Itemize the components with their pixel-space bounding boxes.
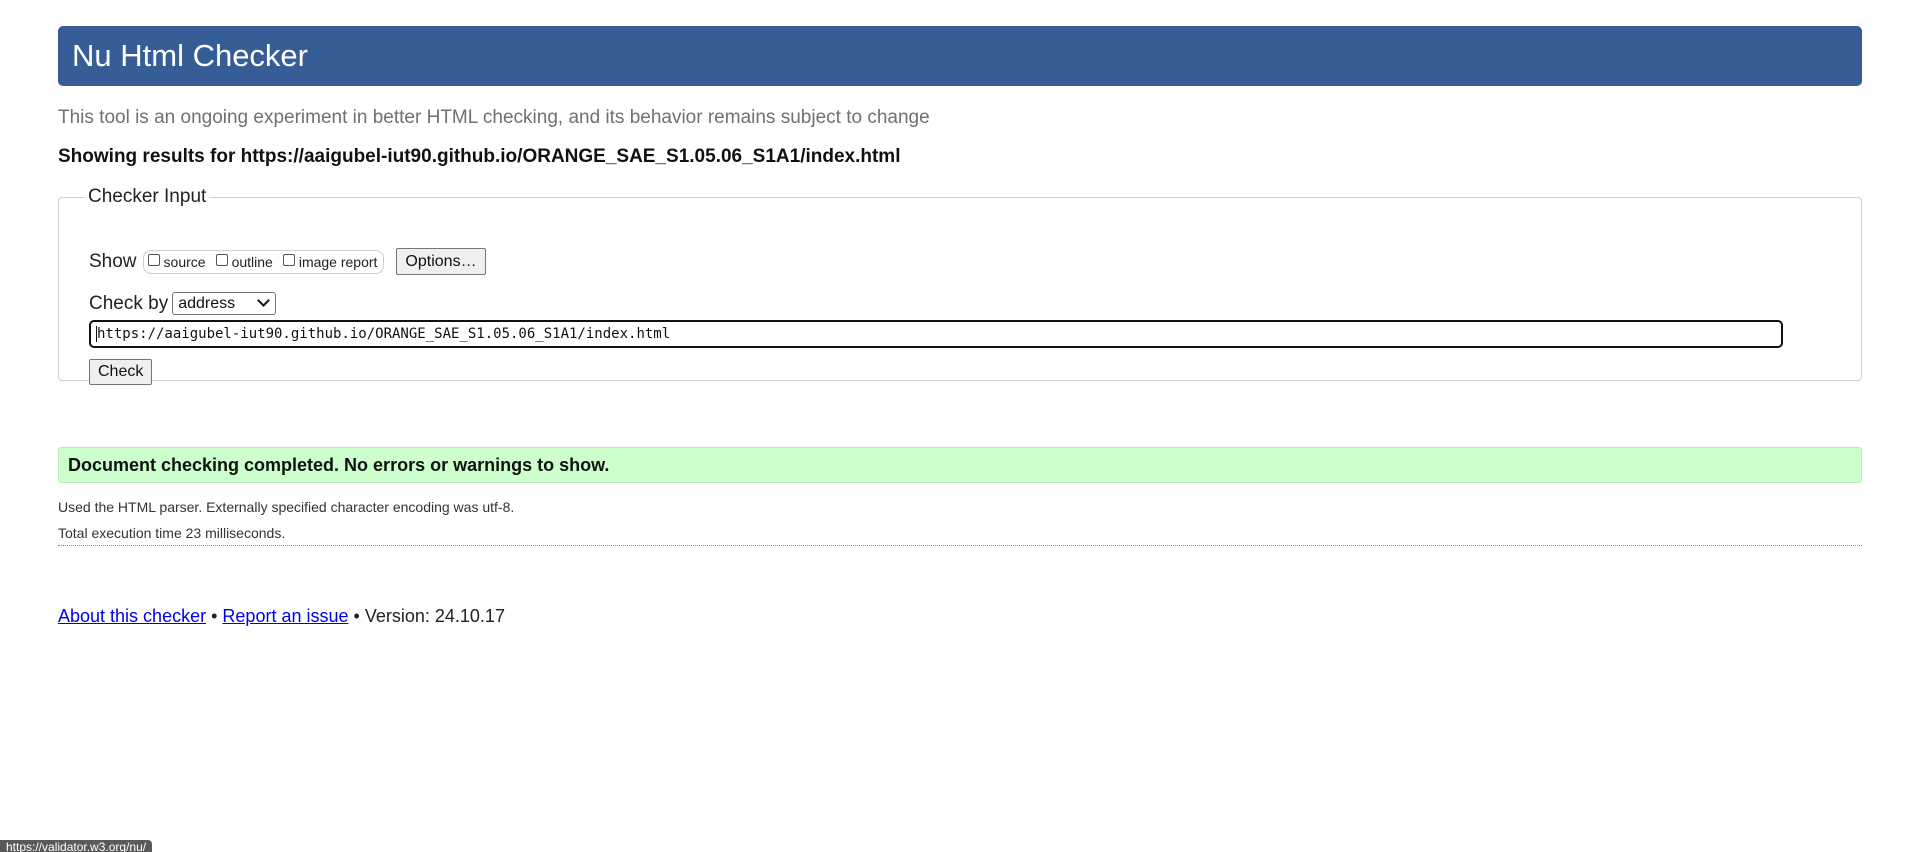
footer-separator: • <box>353 606 360 626</box>
success-message: Document checking completed. No errors o… <box>58 447 1862 483</box>
check-button[interactable]: Check <box>89 359 153 385</box>
checkbox-icon[interactable] <box>282 253 295 266</box>
show-image-report-checkbox[interactable]: image report <box>282 253 378 270</box>
divider <box>58 545 1862 546</box>
checkbox-icon[interactable] <box>147 253 160 266</box>
intro-text: This tool is an ongoing experiment in be… <box>58 107 930 128</box>
header-banner: Nu Html Checker <box>58 26 1862 86</box>
check-by-row: Check by address <box>89 292 277 315</box>
check-by-selected-value: address <box>178 294 236 312</box>
about-checker-link[interactable]: About this checker <box>58 606 206 626</box>
url-input[interactable]: https://aaigubel-iut90.github.io/ORANGE_… <box>89 320 1783 348</box>
version-text: Version: 24.10.17 <box>364 606 505 626</box>
show-outline-checkbox[interactable]: outline <box>215 253 273 270</box>
show-source-label: source <box>163 253 206 270</box>
page-title: Nu Html Checker <box>72 38 308 73</box>
parser-note: Used the HTML parser. Externally specifi… <box>58 499 515 515</box>
show-source-checkbox[interactable]: source <box>147 253 206 270</box>
show-outline-label: outline <box>231 253 273 270</box>
execution-time-note: Total execution time 23 milliseconds. <box>58 525 286 541</box>
checker-input-fieldset: Checker Input Show source outline image … <box>58 186 1862 385</box>
show-options-group: source outline image report <box>142 249 385 274</box>
footer: About this checker • Report an issue • V… <box>58 606 505 627</box>
url-input-value: https://aaigubel-iut90.github.io/ORANGE_… <box>97 326 671 342</box>
results-heading: Showing results for https://aaigubel-iut… <box>58 146 901 167</box>
footer-separator: • <box>211 606 218 626</box>
options-button[interactable]: Options… <box>396 248 486 275</box>
browser-status-bar: https://validator.w3.org/nu/ <box>0 840 153 852</box>
show-image-report-label: image report <box>298 253 378 270</box>
report-issue-link[interactable]: Report an issue <box>222 606 348 626</box>
show-label: Show <box>89 250 137 272</box>
check-by-label: Check by <box>89 292 169 314</box>
result-details: Used the HTML parser. Externally specifi… <box>58 494 514 546</box>
show-row: Show source outline image report Options… <box>89 248 486 275</box>
checkbox-icon[interactable] <box>215 253 228 266</box>
checker-input-legend: Checker Input <box>88 186 207 207</box>
check-by-select[interactable]: address <box>172 292 277 315</box>
chevron-down-icon <box>257 294 271 307</box>
page: Nu Html Checker This tool is an ongoing … <box>0 0 1917 852</box>
